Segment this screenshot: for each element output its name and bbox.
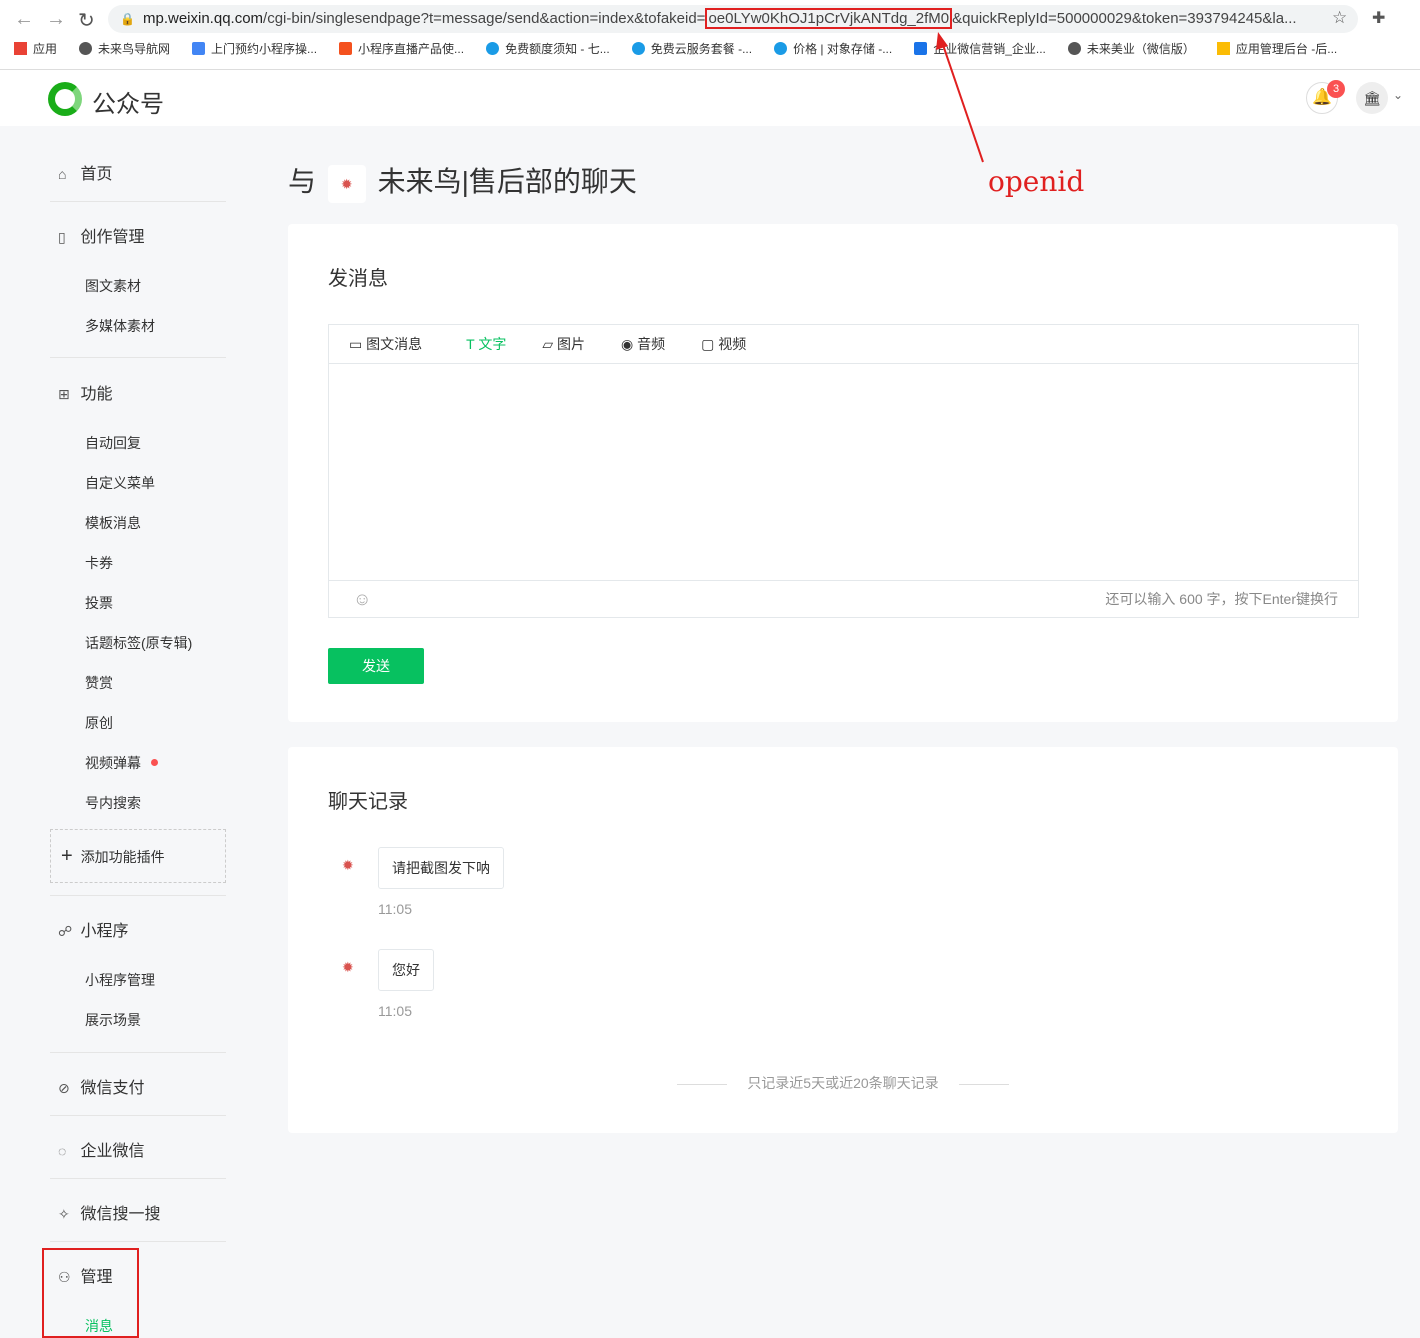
sparkle-icon: ✧ [58,1206,70,1222]
page-title: 与 ✹ 未来鸟|售后部的聊天 [288,160,637,203]
url-suffix: &quickReplyId=500000029&token=393794245&… [952,10,1297,27]
message-time: 11:05 [378,901,412,917]
sidebar-sub-item[interactable]: 自动回复 [85,433,141,453]
chat-icon: ◌ [58,1143,67,1159]
sidebar-sub-item[interactable]: 投票 [85,593,113,613]
tab-image[interactable]: ▱ 图片 [542,325,585,363]
user-avatar-icon: ✹ [342,959,354,975]
pay-icon: ⊘ [58,1080,70,1096]
sidebar-item-miniprogram[interactable]: ☍ 小程序 [58,917,128,941]
sidebar-item-search[interactable]: ✧ 微信搜一搜 [58,1200,160,1224]
divider [50,201,226,202]
url-path: /cgi-bin/singlesendpage?t=message/send&a… [263,10,706,27]
emoji-icon[interactable]: ☺ [353,581,371,617]
extensions-icon[interactable]: ✚ [1372,8,1385,28]
bookmarks-bar: 应用 未来鸟导航网 上门预约小程序操... 小程序直播产品使... 免费额度须知… [14,40,1337,57]
text-icon: T [466,336,475,352]
bookmark[interactable]: 免费云服务套餐 -... [631,40,752,57]
grid-icon: ⊞ [58,386,70,402]
annotation-box [42,1248,139,1338]
sidebar-sub-item[interactable]: 展示场景 [85,1010,141,1030]
history-note: 只记录近5天或近20条聊天记录 [288,1073,1398,1093]
bookmark[interactable]: 应用 [14,40,57,57]
char-counter: 还可以输入 600 字，按下Enter键换行 [1105,591,1338,607]
divider [50,1052,226,1053]
sidebar-sub-item[interactable]: 话题标签(原专辑) [85,633,192,653]
link-icon: ☍ [58,923,73,939]
bookmark[interactable]: 应用管理后台 -后... [1216,40,1337,57]
user-avatar: ✹ [327,164,366,203]
address-bar[interactable]: 🔒 mp.weixin.qq.com/cgi-bin/singlesendpage… [108,5,1358,33]
divider [50,1115,226,1116]
divider [50,895,226,896]
sidebar-sub-item[interactable]: 图文素材 [85,276,141,296]
audio-icon: ◉ [621,336,634,352]
chevron-down-icon[interactable]: ⌄ [1393,88,1403,102]
notification-badge: 3 [1327,80,1345,98]
sidebar-item-home[interactable]: ⌂ 首页 [58,160,112,184]
add-plugin-button[interactable]: + 添加功能插件 [50,829,226,883]
url-openid-highlight: oe0LYw0KhOJ1pCrVjkANTdg_2fM0 [705,8,953,29]
back-icon[interactable]: ← [14,8,34,31]
sidebar-sub-item[interactable]: 赞赏 [85,673,113,693]
tab-video[interactable]: ▢ 视频 [701,325,746,363]
bookmark[interactable]: 未来美业（微信版） [1067,40,1195,57]
top-header [0,70,1420,126]
bookmark[interactable]: 未来鸟导航网 [79,40,170,57]
compose-card: 发消息 ▭ 图文消息 T 文字 ▱ 图片 ◉ 音频 ▢ 视频 ☺ 还可以输入 6… [288,224,1398,722]
message-type-tabs: ▭ 图文消息 T 文字 ▱ 图片 ◉ 音频 ▢ 视频 [329,325,1358,364]
reload-icon[interactable]: ↻ [78,8,95,33]
bookmark[interactable]: 价格 | 对象存储 -... [774,40,892,57]
message-time: 11:05 [378,1003,412,1019]
annotation-label: openid [988,165,1085,198]
editor-footer: ☺ 还可以输入 600 字，按下Enter键换行 [329,580,1358,617]
message-bubble: 您好 [378,949,434,991]
wechat-logo-icon [48,82,82,116]
url-domain: mp.weixin.qq.com [143,10,264,27]
logo-text[interactable]: 公众号 [92,84,164,119]
send-button[interactable]: 发送 [328,648,424,684]
star-icon[interactable]: ☆ [1332,8,1347,28]
sidebar-item-features[interactable]: ⊞ 功能 [58,380,112,404]
bookmark[interactable]: 免费额度须知 - 七... [486,40,610,57]
sidebar-sub-item[interactable]: 多媒体素材 [85,316,155,336]
bookmark[interactable]: 上门预约小程序操... [192,40,317,57]
history-heading: 聊天记录 [328,791,408,813]
lock-icon: 🔒 [120,12,135,26]
video-icon: ▢ [701,336,715,352]
bookmark[interactable]: 小程序直播产品使... [339,40,464,57]
sidebar-item-work[interactable]: ◌ 企业微信 [58,1137,144,1161]
tab-text[interactable]: T 文字 [466,325,506,363]
divider [50,357,226,358]
avatar[interactable]: 🏛 [1356,82,1388,114]
browser-chrome: ← → ↻ 🔒 mp.weixin.qq.com/cgi-bin/singlese… [0,0,1420,70]
compose-heading: 发消息 [328,268,388,290]
history-card: 聊天记录 ✹ 请把截图发下呐 11:05 ✹ 您好 11:05 只记录近5天或近… [288,747,1398,1133]
tab-audio[interactable]: ◉ 音频 [621,325,665,363]
divider [50,1178,226,1179]
home-icon: ⌂ [58,166,67,182]
sidebar-item-pay[interactable]: ⊘ 微信支付 [58,1074,144,1098]
news-icon: ▭ [349,336,363,352]
sidebar-sub-item[interactable]: 模板消息 [85,513,141,533]
document-icon: ▯ [58,229,66,245]
sidebar-sub-item[interactable]: 卡券 [85,553,113,573]
plus-icon: + [61,845,73,867]
sidebar-sub-item[interactable]: 视频弹幕 [85,753,158,773]
user-avatar-icon: ✹ [342,857,354,873]
forward-icon[interactable]: → [46,8,66,31]
sidebar-sub-item[interactable]: 原创 [85,713,113,733]
message-editor[interactable]: ▭ 图文消息 T 文字 ▱ 图片 ◉ 音频 ▢ 视频 ☺ 还可以输入 600 字… [328,324,1359,618]
sidebar-item-create[interactable]: ▯ 创作管理 [58,223,144,247]
tab-news[interactable]: ▭ 图文消息 [349,325,422,363]
annotation-arrow-icon [936,32,984,163]
sidebar-sub-item[interactable]: 号内搜索 [85,793,141,813]
message-bubble: 请把截图发下呐 [378,847,504,889]
red-dot-icon [150,759,158,766]
sidebar-sub-item[interactable]: 小程序管理 [85,970,155,990]
divider [50,1241,226,1242]
sidebar-sub-item[interactable]: 自定义菜单 [85,473,155,493]
image-icon: ▱ [542,336,554,352]
